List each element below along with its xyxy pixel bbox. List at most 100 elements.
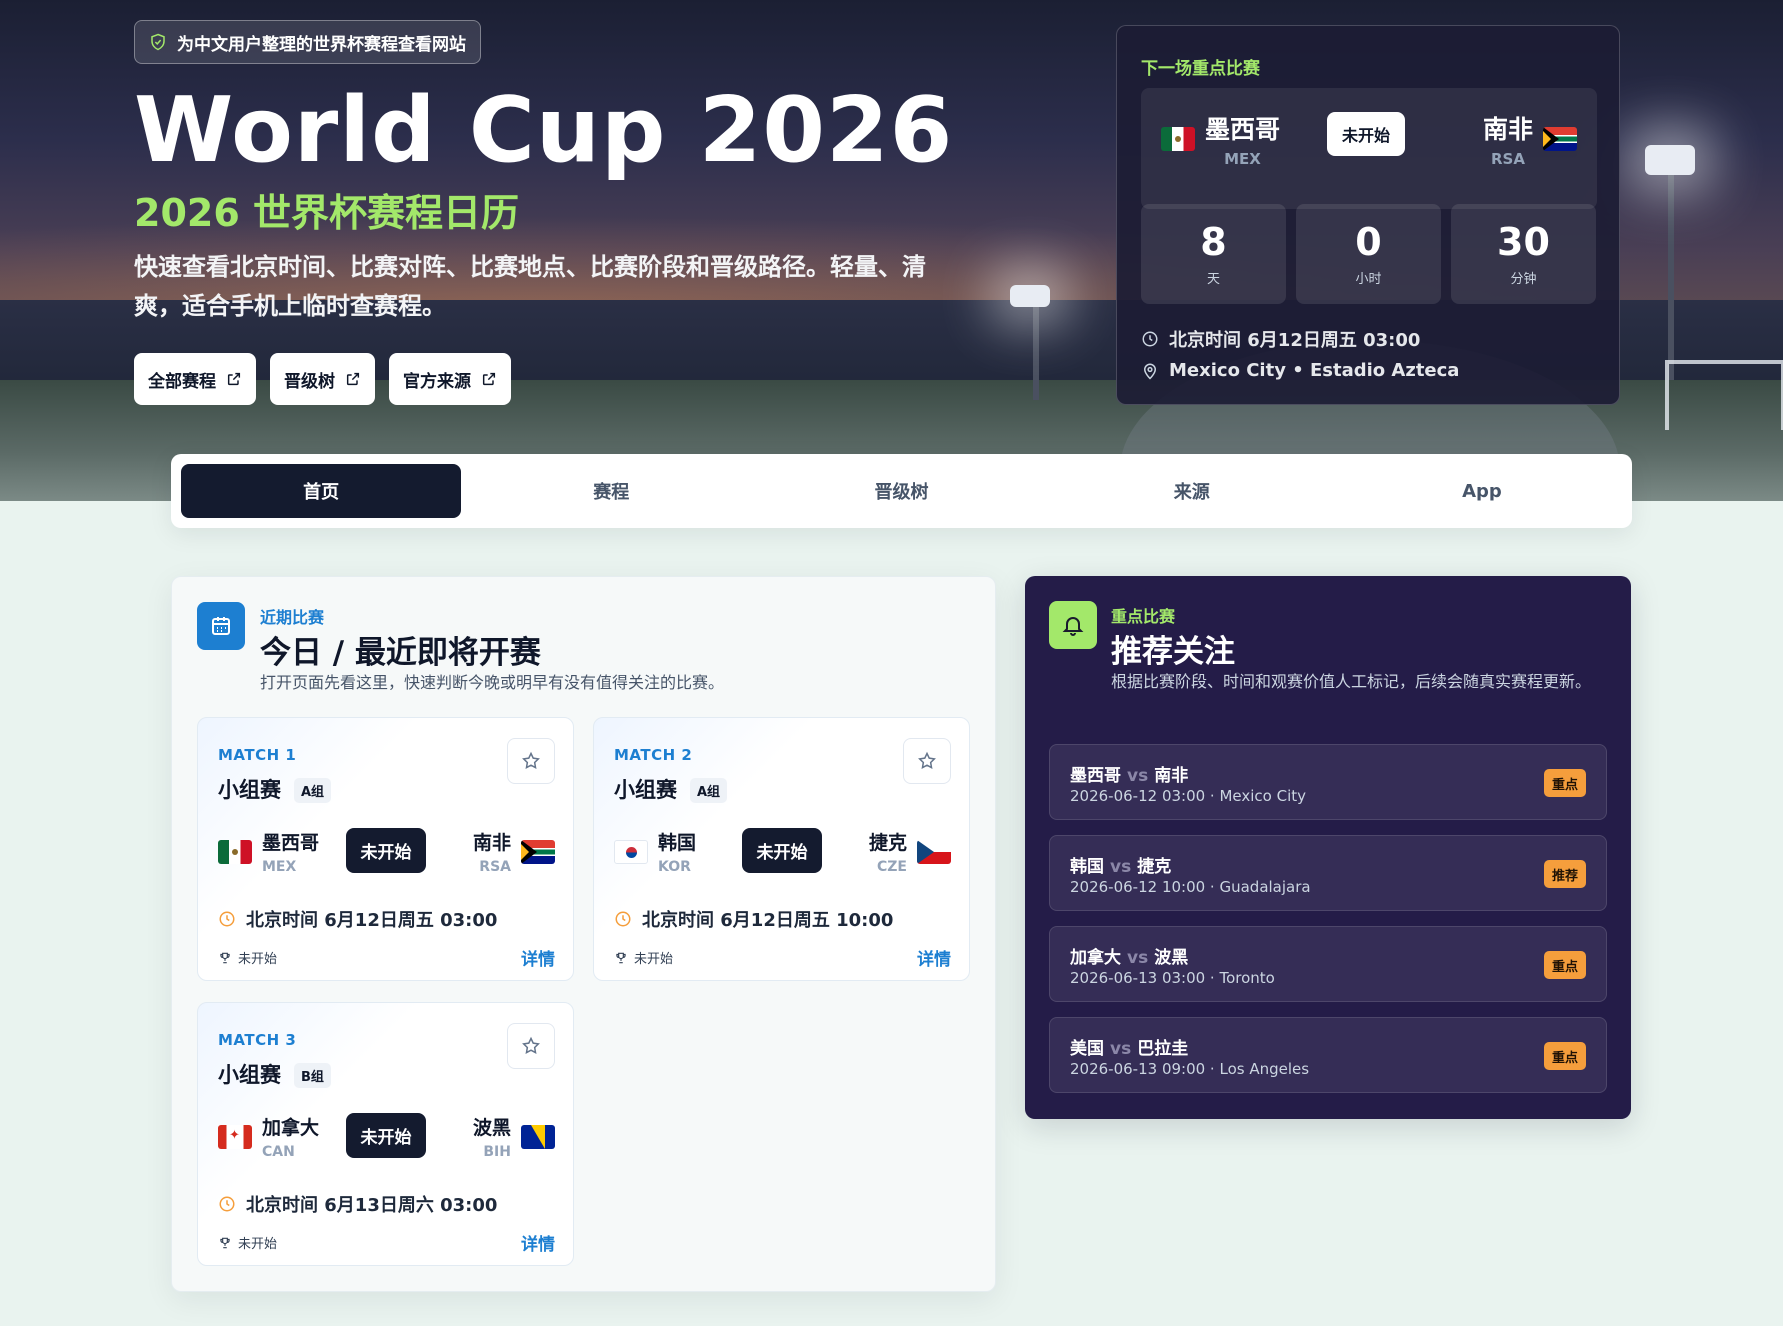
next-match-time-text: 北京时间 6月12日周五 03:00 [1169,330,1421,351]
tab-schedule[interactable]: 赛程 [471,464,751,518]
official-source-button[interactable]: 官方来源 [389,353,511,405]
shield-check-icon [151,33,165,51]
featured-tag: 重点 [1543,1042,1586,1070]
match-status: 未开始 [346,828,426,873]
featured-tag: 推荐 [1543,860,1586,888]
external-link-icon [346,372,360,386]
group-badge: A组 [294,778,332,803]
hero-buttons: 全部赛程 晋级树 官方来源 [134,353,511,405]
featured-item[interactable]: 韩国 vs 捷克 2026-06-12 10:00 · Guadalajara 推荐 [1049,835,1607,911]
featured-matchup: 加拿大 vs 波黑 [1070,943,1188,968]
team-b: 南非 RSA [473,828,555,875]
featured-team-b: 巴拉圭 [1137,1039,1189,1059]
match-stage: 小组赛 [218,778,281,802]
match-footer: 未开始 [218,1233,277,1252]
featured-team-b: 捷克 [1137,857,1172,877]
mexico-flag-icon [218,839,252,864]
star-icon [522,751,540,769]
trophy-icon [220,952,230,963]
match-time: 北京时间 6月12日周五 03:00 [218,906,497,932]
bosnia-flag-icon [521,1124,555,1149]
recent-title: 今日 / 最近即将开赛 [260,635,541,671]
match-number: MATCH 3 [218,1031,297,1049]
match-footer-text: 未开始 [634,952,674,967]
main-tabs: 首页 赛程 晋级树 来源 App [171,454,1632,528]
tab-home[interactable]: 首页 [181,464,462,518]
south-africa-flag-icon [521,839,555,864]
team-b-name: 捷克 [868,832,907,854]
countdown-minutes: 30 分钟 [1451,204,1596,304]
vs-label: vs [1127,766,1149,786]
team-a-code: MEX [262,859,297,875]
recent-subtitle: 打开页面先看这里，快速判断今晚或明早有没有值得关注的比赛。 [260,673,725,692]
tab-app[interactable]: App [1342,464,1622,518]
match-time-text: 北京时间 6月12日周五 03:00 [246,910,498,931]
bracket-button[interactable]: 晋级树 [270,353,375,405]
featured-item[interactable]: 加拿大 vs 波黑 2026-06-13 03:00 · Toronto 重点 [1049,926,1607,1002]
match-card[interactable]: MATCH 1 小组赛 A组 墨西哥 MEX 未开始 南非 RSA 北京时间 6… [197,717,574,981]
match-time-text: 北京时间 6月13日周六 03:00 [246,1195,498,1216]
match-footer-text: 未开始 [238,1237,278,1252]
team-b: 捷克 CZE [869,828,951,875]
vs-label: vs [1127,948,1149,968]
team-b: 波黑 BIH [473,1113,555,1160]
vs-label: vs [1110,857,1132,877]
tab-sources[interactable]: 来源 [1052,464,1332,518]
next-team-b: 南非 RSA [1483,110,1577,168]
team-a: 墨西哥 MEX [218,828,319,875]
countdown-hours: 0 小时 [1296,204,1441,304]
match-time: 北京时间 6月13日周六 03:00 [218,1191,497,1217]
team-a: 加拿大 CAN [218,1113,319,1160]
match-card[interactable]: MATCH 3 小组赛 B组 加拿大 CAN 未开始 波黑 BIH 北京时间 6… [197,1002,574,1266]
favorite-star-button[interactable] [507,738,555,784]
countdown-days-value: 8 [1200,220,1227,264]
countdown-minutes-unit: 分钟 [1510,272,1537,287]
featured-tag: 重点 [1543,769,1586,797]
site-badge-text: 为中文用户整理的世界杯赛程查看网站 [177,34,466,55]
team-b-name: 波黑 [472,1117,511,1139]
match-status: 未开始 [346,1113,426,1158]
details-link[interactable]: 详情 [521,1230,555,1255]
featured-kicker: 重点比赛 [1111,607,1176,626]
group-badge: B组 [294,1063,331,1088]
details-link[interactable]: 详情 [521,945,555,970]
next-match-versus: 墨西哥 MEX 未开始 南非 RSA [1141,88,1597,209]
bracket-label: 晋级树 [284,371,335,392]
next-match-status: 未开始 [1327,112,1405,156]
details-link[interactable]: 详情 [917,945,951,970]
next-team-a-name: 墨西哥 [1205,115,1281,144]
official-source-label: 官方来源 [403,371,471,392]
south-africa-flag-icon [1543,127,1577,151]
next-team-a-code: MEX [1224,150,1261,168]
favorite-star-button[interactable] [903,738,951,784]
featured-team-a: 加拿大 [1070,948,1121,968]
site-badge: 为中文用户整理的世界杯赛程查看网站 [134,20,481,64]
countdown-minutes-value: 30 [1497,220,1550,264]
match-time: 北京时间 6月12日周五 10:00 [614,906,893,932]
team-b-code: BIH [483,1144,511,1160]
next-team-b-code: RSA [1491,150,1525,168]
match-number: MATCH 1 [218,746,297,764]
tab-bracket[interactable]: 晋级树 [761,464,1041,518]
featured-title: 推荐关注 [1111,634,1235,670]
match-time-text: 北京时间 6月12日周五 10:00 [642,910,894,931]
featured-item[interactable]: 墨西哥 vs 南非 2026-06-12 03:00 · Mexico City 重… [1049,744,1607,820]
team-b-code: CZE [877,859,907,875]
clock-icon [1142,331,1158,347]
next-match-card[interactable]: 下一场重点比赛 墨西哥 MEX 未开始 南非 RSA 8 天 0 小时 30 分… [1116,25,1620,405]
match-number: MATCH 2 [614,746,693,764]
page-description: 快速查看北京时间、比赛对阵、比赛地点、比赛阶段和晋级路径。轻量、清爽，适合手机上… [134,253,926,320]
all-schedule-button[interactable]: 全部赛程 [134,353,256,405]
star-icon [918,751,936,769]
favorite-star-button[interactable] [507,1023,555,1069]
team-a-code: KOR [658,859,691,875]
match-card[interactable]: MATCH 2 小组赛 A组 韩国 KOR 未开始 捷克 CZE 北京时间 6月… [593,717,970,981]
match-stage: 小组赛 [218,1063,281,1087]
match-stage: 小组赛 [614,778,677,802]
featured-detail: 2026-06-12 10:00 · Guadalajara [1070,878,1311,896]
recent-kicker: 近期比赛 [260,608,325,627]
match-footer-text: 未开始 [238,952,278,967]
page-title: World Cup 2026 [134,78,954,183]
featured-item[interactable]: 美国 vs 巴拉圭 2026-06-13 09:00 · Los Angeles 重… [1049,1017,1607,1093]
bell-icon [1049,601,1097,649]
